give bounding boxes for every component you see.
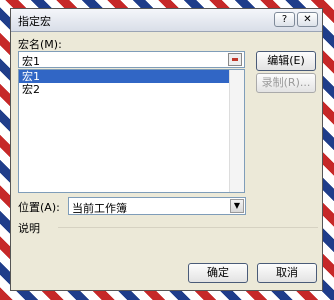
help-button[interactable]: ? xyxy=(274,12,295,27)
macro-list[interactable]: 宏1 宏2 xyxy=(18,69,245,193)
macro-name-input[interactable]: 宏1 xyxy=(18,51,245,68)
macro-name-value: 宏1 xyxy=(22,55,40,68)
location-label: 位置(A): xyxy=(18,201,60,214)
description-divider xyxy=(58,227,318,228)
location-select[interactable]: 当前工作簿 ▼ xyxy=(68,197,246,215)
macro-list-item[interactable]: 宏2 xyxy=(19,83,244,96)
dialog-title: 指定宏 xyxy=(18,15,51,28)
title-bar: 指定宏 ? ✕ xyxy=(11,9,322,32)
location-value: 当前工作簿 xyxy=(72,202,127,215)
range-picker-icon[interactable] xyxy=(228,53,242,66)
cancel-button[interactable]: 取消 xyxy=(257,263,317,283)
macro-name-label: 宏名(M): xyxy=(18,38,62,51)
macro-list-scrollbar[interactable] xyxy=(229,70,244,192)
macro-list-item[interactable]: 宏1 xyxy=(19,70,244,83)
close-button[interactable]: ✕ xyxy=(297,12,318,27)
ok-button[interactable]: 确定 xyxy=(188,263,248,283)
chevron-down-icon[interactable]: ▼ xyxy=(230,199,244,213)
description-label: 说明 xyxy=(18,222,40,235)
assign-macro-dialog: 指定宏 ? ✕ 宏名(M): 宏1 宏1 宏2 编辑(E) 录制(R)... 位… xyxy=(10,8,323,291)
edit-button[interactable]: 编辑(E) xyxy=(256,51,316,71)
record-button[interactable]: 录制(R)... xyxy=(256,73,316,93)
